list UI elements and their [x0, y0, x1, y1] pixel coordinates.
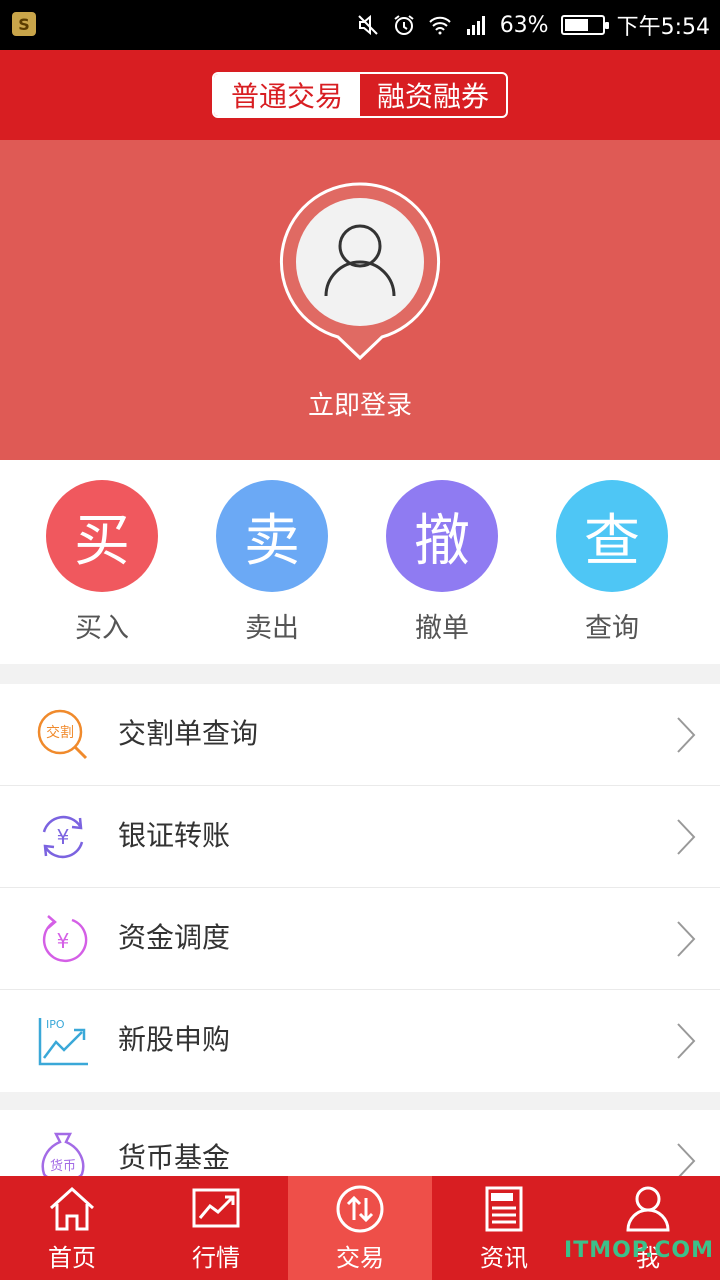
- cancel-order-button[interactable]: 撤 撤单: [357, 480, 527, 645]
- battery-icon: [560, 15, 609, 35]
- svg-text:¥: ¥: [57, 825, 70, 849]
- list-item-delivery-query[interactable]: 交割 交割单查询: [0, 684, 720, 786]
- list-item-money-fund[interactable]: 货币 货币基金: [0, 1110, 720, 1176]
- wifi-icon: [428, 16, 451, 35]
- delivery-query-icon: 交割: [37, 709, 88, 760]
- chevron-right-icon: [677, 819, 696, 855]
- top-header: 普通交易 融资融券: [0, 50, 720, 140]
- buy-icon: 买: [46, 480, 158, 592]
- svg-text:货币: 货币: [50, 1158, 76, 1174]
- trade-icon: [336, 1185, 384, 1233]
- list-item-label: 银证转账: [118, 819, 231, 852]
- chevron-right-icon: [677, 1023, 696, 1059]
- svg-text:¥: ¥: [57, 929, 70, 953]
- login-link[interactable]: 立即登录: [0, 385, 720, 422]
- tab-label: 行情: [192, 1244, 240, 1272]
- list-item-ipo-subscribe[interactable]: IPO 新股申购: [0, 990, 720, 1092]
- quick-actions: 买 买入 卖 卖出 撤 撤单 查 查询: [0, 460, 720, 664]
- sell-label: 卖出: [245, 613, 299, 644]
- trade-mode-switch: 普通交易 融资融券: [212, 72, 508, 118]
- avatar[interactable]: [278, 180, 442, 364]
- query-label: 查询: [585, 613, 639, 644]
- tab-home[interactable]: 首页: [0, 1176, 144, 1280]
- ipo-subscribe-icon: IPO: [38, 1018, 88, 1066]
- tab-margin-trade[interactable]: 融资融券: [360, 74, 506, 116]
- status-indicators: 63% 下午5:54: [356, 0, 710, 50]
- query-icon: 查: [556, 480, 668, 592]
- app-notification-icon: S: [12, 12, 36, 36]
- cancel-order-label: 撤单: [415, 613, 469, 644]
- tab-news[interactable]: 资讯: [432, 1176, 576, 1280]
- battery-percent: 63%: [499, 12, 549, 38]
- trade-menu: 交割 交割单查询 ¥ 银证转账 ¥ 资金调度 IPO 新股申购: [0, 684, 720, 1092]
- money-fund-icon: 货币: [41, 1132, 85, 1176]
- svg-text:IPO: IPO: [46, 1018, 65, 1031]
- tab-market[interactable]: 行情: [144, 1176, 288, 1280]
- chevron-right-icon: [677, 1143, 696, 1176]
- list-item-label: 资金调度: [118, 921, 231, 954]
- tab-me[interactable]: 我: [576, 1176, 720, 1280]
- mute-icon: [357, 14, 378, 36]
- tab-normal-trade[interactable]: 普通交易: [214, 74, 360, 116]
- bank-transfer-icon: ¥: [42, 815, 84, 859]
- buy-button[interactable]: 买 买入: [17, 480, 187, 645]
- buy-label: 买入: [75, 613, 129, 644]
- status-bar: S 63% 下午5:54: [0, 0, 720, 50]
- sell-button[interactable]: 卖 卖出: [187, 480, 357, 645]
- list-item-fund-dispatch[interactable]: ¥ 资金调度: [0, 888, 720, 990]
- cancel-order-icon: 撤: [386, 480, 498, 592]
- home-icon: [49, 1186, 95, 1231]
- watermark: ITMOP.COM: [564, 1238, 714, 1263]
- bottom-nav: 首页 行情 交易 资讯 我: [0, 1176, 720, 1280]
- user-icon: [626, 1186, 670, 1232]
- market-chart-icon: [192, 1188, 240, 1228]
- sell-icon: 卖: [216, 480, 328, 592]
- tab-label: 交易: [336, 1244, 384, 1272]
- tab-label: 资讯: [480, 1244, 528, 1272]
- list-item-label: 交割单查询: [118, 717, 259, 750]
- avatar-pin-icon: [279, 182, 441, 361]
- alarm-icon: [394, 15, 414, 35]
- chevron-right-icon: [677, 921, 696, 957]
- news-icon: [485, 1186, 523, 1232]
- query-button[interactable]: 查 查询: [527, 480, 697, 645]
- signal-icon: [466, 16, 485, 35]
- chevron-right-icon: [677, 717, 696, 753]
- list-item-label: 新股申购: [118, 1023, 231, 1056]
- login-banner: 立即登录: [0, 140, 720, 460]
- list-item-bank-transfer[interactable]: ¥ 银证转账: [0, 786, 720, 888]
- fund-dispatch-icon: ¥: [42, 915, 88, 963]
- clock: 下午5:54: [616, 15, 710, 40]
- tab-trade[interactable]: 交易: [288, 1176, 432, 1280]
- list-item-label: 货币基金: [118, 1141, 231, 1174]
- tab-label: 首页: [48, 1244, 96, 1272]
- svg-text:交割: 交割: [46, 724, 74, 741]
- fund-menu: 货币 货币基金: [0, 1110, 720, 1176]
